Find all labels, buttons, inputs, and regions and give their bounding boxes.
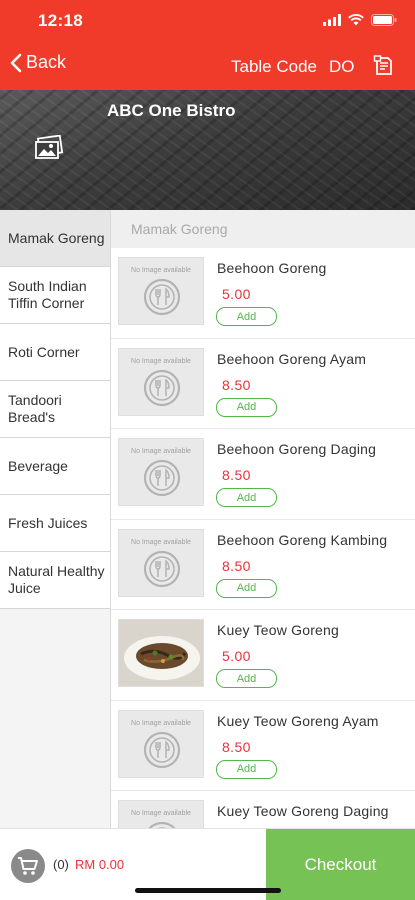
item-placeholder-image: No Image available [118, 438, 204, 506]
no-image-text: No Image available [131, 357, 191, 365]
plate-cutlery-icon [143, 821, 181, 828]
item-price: 8.50 [222, 467, 251, 483]
item-name: Kuey Teow Goreng [217, 622, 340, 638]
item-placeholder-image: No Image available [118, 347, 204, 416]
no-image-text: No Image available [131, 448, 191, 455]
home-indicator [135, 888, 281, 893]
plate-cutlery-icon [143, 459, 181, 502]
status-icons [323, 13, 397, 31]
table-code-label: Table Code [231, 57, 318, 76]
item-photo [118, 619, 204, 687]
category-item[interactable]: Fresh Juices [0, 495, 110, 552]
menu-items: No Image available Beehoon Goreng 5.00 Add N… [111, 248, 415, 828]
category-item[interactable]: South Indian Tiffin Corner [0, 267, 110, 324]
item-price: 8.50 [222, 738, 251, 755]
signal-icon [323, 13, 341, 31]
wifi-icon [348, 13, 364, 31]
category-item[interactable]: Natural Healthy Juice [0, 552, 110, 609]
section-header: Mamak Goreng [111, 210, 415, 248]
menu-item[interactable]: No Image available Beehoon Goreng Daging 8… [111, 429, 415, 520]
item-name: Beehoon Goreng [217, 260, 327, 276]
item-name: Beehoon Goreng Kambing [217, 531, 388, 548]
back-button[interactable]: Back [10, 52, 66, 73]
back-label: Back [26, 52, 67, 72]
no-image-text: No Image available [131, 538, 191, 546]
add-button[interactable]: Add [216, 578, 277, 598]
battery-icon [371, 13, 397, 31]
cart-icon[interactable] [11, 849, 45, 883]
menu-item[interactable]: No Image available Beehoon Goreng Kambing… [111, 520, 415, 610]
status-time: 12:18 [38, 11, 83, 30]
menu-item[interactable]: Kuey Teow Goreng 5.00 Add [111, 610, 415, 701]
no-image-text: No Image available [131, 810, 191, 817]
add-button[interactable]: Add [216, 669, 277, 688]
item-price: 5.00 [222, 286, 251, 302]
item-placeholder-image: No Image available [118, 528, 204, 597]
plate-cutlery-icon [143, 550, 181, 593]
add-button[interactable]: Add [216, 307, 277, 326]
menu-item[interactable]: No Image available Kuey Teow Goreng Dagin… [111, 791, 415, 828]
item-name: Kuey Teow Goreng Daging [217, 803, 389, 819]
top-bar: 12:18 Back Table Code DO [0, 0, 415, 90]
item-name: Beehoon Goreng Ayam [217, 350, 367, 367]
item-placeholder-image: No Image available [118, 800, 204, 828]
add-button[interactable]: Add [216, 488, 277, 507]
add-button[interactable]: Add [216, 397, 277, 417]
category-sidebar: Mamak Goreng South Indian Tiffin Corner Ro… [0, 210, 111, 828]
item-price: 8.50 [222, 376, 251, 393]
restaurant-banner: ABC One Bistro [0, 90, 415, 210]
photo-icon[interactable] [34, 134, 64, 166]
menu-item[interactable]: No Image available Beehoon Goreng 5.00 Add [111, 248, 415, 339]
plate-cutlery-icon [143, 278, 181, 321]
menu-item[interactable]: No Image available Beehoon Goreng Ayam 8.5… [111, 339, 415, 429]
chevron-left-icon [10, 53, 22, 73]
category-item[interactable]: Beverage [0, 438, 110, 495]
category-item[interactable]: Mamak Goreng [0, 210, 110, 267]
table-code-value: DO [329, 57, 355, 76]
item-name: Beehoon Goreng Daging [217, 441, 377, 457]
item-placeholder-image: No Image available [118, 709, 204, 778]
cart-total: RM 0.00 [75, 857, 125, 872]
receipt-icon[interactable] [373, 55, 395, 82]
plate-cutlery-icon [143, 731, 181, 774]
item-price: 8.50 [222, 557, 251, 574]
no-image-text: No Image available [131, 719, 191, 727]
menu-list: Mamak Goreng No Image available Beehoon G… [111, 210, 415, 828]
restaurant-name: ABC One Bistro [107, 101, 236, 120]
menu-item[interactable]: No Image available Kuey Teow Goreng Ayam 8… [111, 701, 415, 791]
no-image-text: No Image available [131, 267, 191, 274]
cart-count: (0) [53, 857, 69, 872]
plate-cutlery-icon [143, 369, 181, 412]
item-name: Kuey Teow Goreng Ayam [217, 712, 379, 729]
category-item[interactable]: Roti Corner [0, 324, 110, 381]
item-placeholder-image: No Image available [118, 257, 204, 325]
category-item[interactable]: Tandoori Bread's [0, 381, 110, 438]
add-button[interactable]: Add [216, 759, 277, 779]
checkout-button[interactable]: Checkout [266, 829, 415, 900]
item-price: 5.00 [222, 648, 251, 664]
